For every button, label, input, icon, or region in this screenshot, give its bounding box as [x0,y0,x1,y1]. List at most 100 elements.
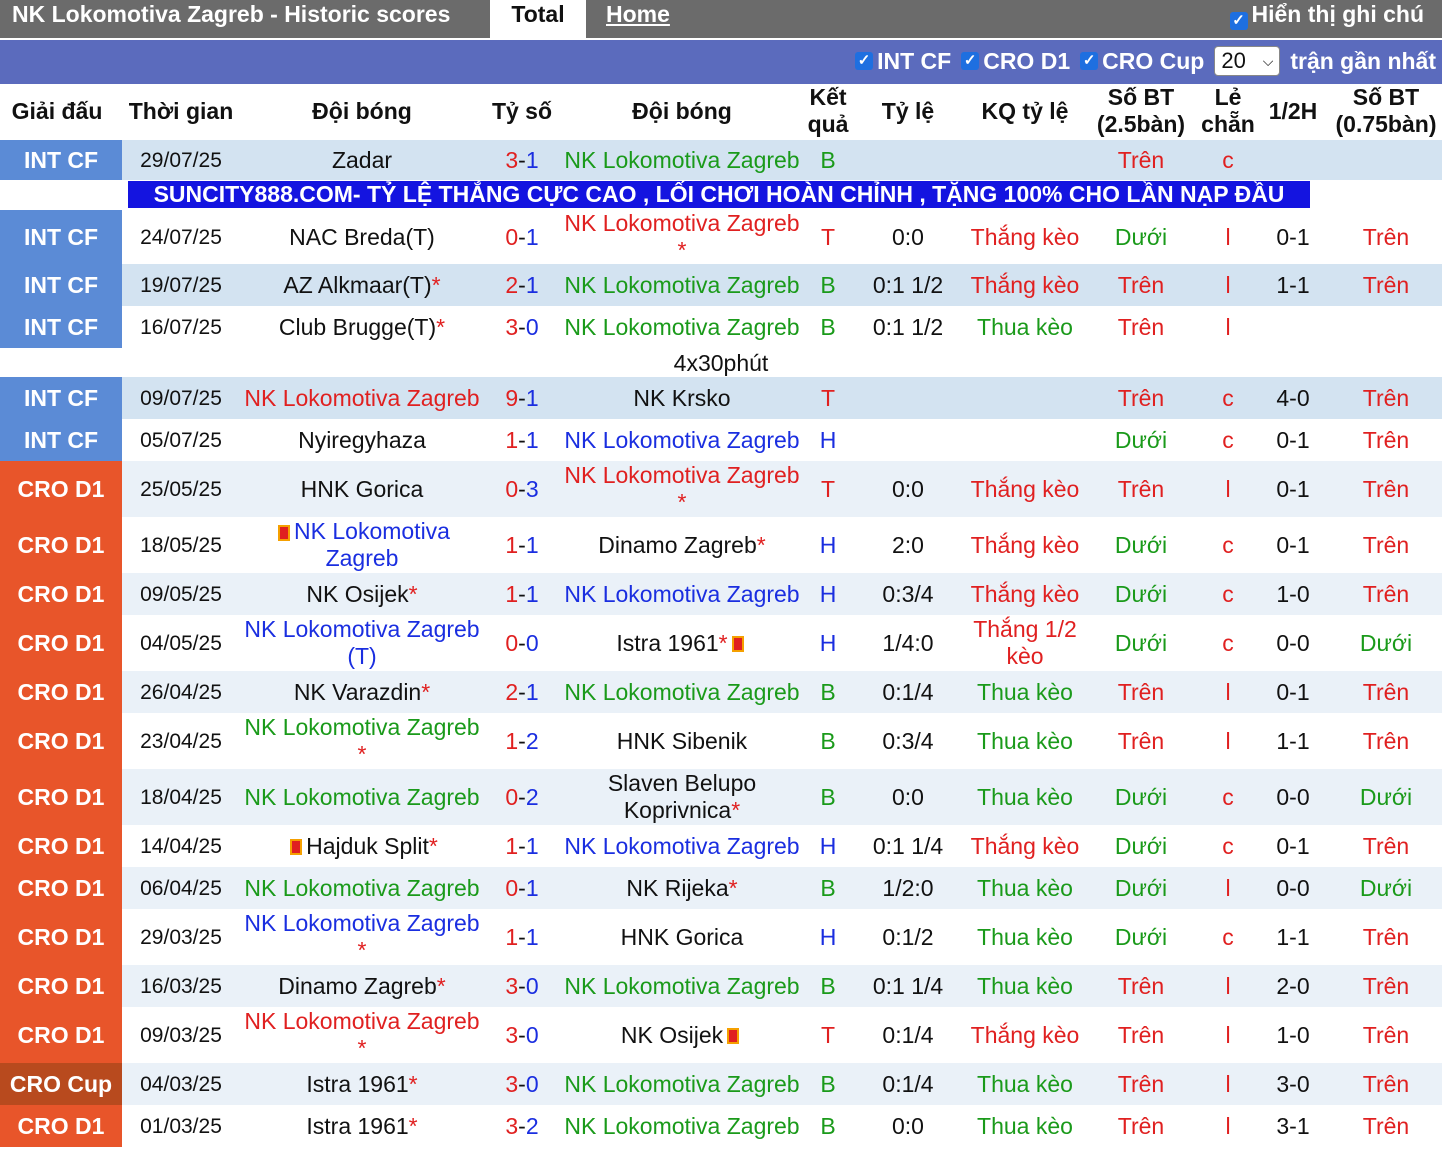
table-row[interactable]: CRO D1 26/04/25 NK Varazdin* 2-1 NK Lokomoti… [0,671,1442,713]
cell-score[interactable]: 3-0 [490,1007,554,1063]
table-row[interactable]: INT CF 19/07/25 AZ Alkmaar(T)* 2-1 NK Lokomo… [0,264,1442,306]
ad-banner[interactable]: SUNCITY888.COM- TỶ LỆ THẮNG CỰC CAO , LỐ… [0,180,1442,210]
cell-home-team[interactable]: NK Lokomotiva Zagreb [237,517,487,573]
cell-away-team[interactable]: NK Lokomotiva Zagreb [557,1063,807,1105]
cell-home-team[interactable]: NK Lokomotiva Zagreb * [237,909,487,965]
cell-league[interactable]: CRO D1 [0,909,122,965]
table-row[interactable]: CRO D1 14/04/25 Hajduk Split* 1-1 NK Lokomot… [0,825,1442,867]
table-row[interactable]: INT CF 16/07/25 Club Brugge(T)* 3-0 NK Lokom… [0,306,1442,348]
checkbox-icon[interactable] [1080,52,1099,70]
table-row[interactable]: CRO Cup 04/03/25 Istra 1961* 3-0 NK Lokomoti… [0,1063,1442,1105]
checkbox-icon[interactable] [855,52,874,70]
table-row[interactable]: CRO D1 09/03/25 NK Lokomotiva Zagreb * 3-0 NK… [0,1007,1442,1063]
cell-score[interactable]: 0-2 [490,769,554,825]
table-row[interactable]: CRO D1 23/04/25 NK Lokomotiva Zagreb * 1-2 HN… [0,713,1442,769]
cell-away-team[interactable]: Dinamo Zagreb* [557,517,807,573]
cell-home-team[interactable]: NK Lokomotiva Zagreb [237,377,487,419]
cell-away-team[interactable]: NK Krsko [557,377,807,419]
tab-home[interactable]: Home [606,0,670,38]
cell-league[interactable]: CRO D1 [0,573,122,615]
cell-league[interactable]: INT CF [0,210,122,264]
cell-score[interactable]: 1-1 [490,517,554,573]
cell-score[interactable]: 3-2 [490,1105,554,1147]
cell-score[interactable]: 1-1 [490,573,554,615]
cell-home-team[interactable]: Club Brugge(T)* [237,306,487,348]
cell-score[interactable]: 3-0 [490,1063,554,1105]
cell-score[interactable]: 0-1 [490,210,554,264]
table-row[interactable]: CRO D1 25/05/25 HNK Gorica 0-3 NK Lokomotiva… [0,461,1442,517]
ad-banner-text[interactable]: SUNCITY888.COM- TỶ LỆ THẮNG CỰC CAO , LỐ… [128,181,1310,208]
cell-score[interactable]: 1-2 [490,713,554,769]
cell-league[interactable]: CRO D1 [0,713,122,769]
cell-home-team[interactable]: NK Osijek* [237,573,487,615]
table-row[interactable]: CRO D1 01/03/25 Istra 1961* 3-2 NK Lokomotiv… [0,1105,1442,1147]
table-row[interactable]: CRO D1 04/05/25 NK Lokomotiva Zagreb (T) 0-… [0,615,1442,671]
cell-home-team[interactable]: NAC Breda(T) [237,210,487,264]
table-row[interactable]: INT CF 29/07/25 Zadar 3-1 NK Lokomotiva Zagr… [0,140,1442,180]
cell-home-team[interactable]: Zadar [237,140,487,180]
cell-home-team[interactable]: NK Lokomotiva Zagreb * [237,713,487,769]
cell-away-team[interactable]: NK Lokomotiva Zagreb [557,671,807,713]
cell-home-team[interactable]: Istra 1961* [237,1063,487,1105]
cell-score[interactable]: 1-1 [490,419,554,461]
cell-score[interactable]: 3-0 [490,306,554,348]
cell-league[interactable]: INT CF [0,306,122,348]
cell-score[interactable]: 2-1 [490,671,554,713]
cell-score[interactable]: 0-0 [490,615,554,671]
table-row[interactable]: INT CF 05/07/25 Nyiregyhaza 1-1 NK Lokomotiv… [0,419,1442,461]
cell-league[interactable]: CRO D1 [0,671,122,713]
cell-home-team[interactable]: Istra 1961* [237,1105,487,1147]
cell-league[interactable]: INT CF [0,140,122,180]
cell-home-team[interactable]: NK Lokomotiva Zagreb (T) [237,615,487,671]
cell-away-team[interactable]: NK Lokomotiva Zagreb [557,965,807,1007]
cell-home-team[interactable]: Nyiregyhaza [237,419,487,461]
cell-league[interactable]: CRO D1 [0,867,122,909]
cell-home-team[interactable]: Dinamo Zagreb* [237,965,487,1007]
filter-cro-d1[interactable]: CRO D1 [961,48,1070,75]
tab-total[interactable]: Total [490,0,586,38]
cell-score[interactable]: 1-1 [490,825,554,867]
cell-away-team[interactable]: NK Lokomotiva Zagreb * [557,461,807,517]
cell-away-team[interactable]: NK Lokomotiva Zagreb [557,573,807,615]
cell-away-team[interactable]: NK Lokomotiva Zagreb [557,825,807,867]
cell-league[interactable]: INT CF [0,264,122,306]
match-count-select[interactable]: 20 ⌵ [1214,46,1281,76]
cell-league[interactable]: INT CF [0,419,122,461]
cell-away-team[interactable]: NK Lokomotiva Zagreb [557,419,807,461]
cell-league[interactable]: CRO D1 [0,769,122,825]
cell-league[interactable]: CRO D1 [0,517,122,573]
table-row[interactable]: CRO D1 16/03/25 Dinamo Zagreb* 3-0 NK Lokomo… [0,965,1442,1007]
table-row[interactable]: CRO D1 06/04/25 NK Lokomotiva Zagreb 0-1 NK … [0,867,1442,909]
table-row[interactable]: CRO D1 18/04/25 NK Lokomotiva Zagreb 0-2 Sla… [0,769,1442,825]
cell-league[interactable]: CRO Cup [0,1063,122,1105]
cell-score[interactable]: 3-0 [490,965,554,1007]
cell-away-team[interactable]: NK Rijeka* [557,867,807,909]
cell-home-team[interactable]: NK Lokomotiva Zagreb * [237,1007,487,1063]
table-row[interactable]: CRO D1 18/05/25 NK Lokomotiva Zagreb 1-1 Din… [0,517,1442,573]
table-row[interactable]: CRO D1 29/03/25 NK Lokomotiva Zagreb * 1-1 HN… [0,909,1442,965]
cell-away-team[interactable]: NK Lokomotiva Zagreb [557,1105,807,1147]
checkbox-icon[interactable] [1229,12,1248,30]
cell-league[interactable]: CRO D1 [0,1007,122,1063]
cell-home-team[interactable]: NK Lokomotiva Zagreb [237,867,487,909]
cell-league[interactable]: CRO D1 [0,825,122,867]
cell-home-team[interactable]: NK Lokomotiva Zagreb [237,769,487,825]
filter-int-cf[interactable]: INT CF [855,48,951,75]
cell-away-team[interactable]: HNK Gorica [557,909,807,965]
checkbox-icon[interactable] [961,52,980,70]
cell-away-team[interactable]: NK Osijek [557,1007,807,1063]
cell-away-team[interactable]: NK Lokomotiva Zagreb [557,264,807,306]
cell-away-team[interactable]: NK Lokomotiva Zagreb * [557,210,807,264]
cell-league[interactable]: CRO D1 [0,461,122,517]
cell-score[interactable]: 9-1 [490,377,554,419]
cell-score[interactable]: 1-1 [490,909,554,965]
cell-home-team[interactable]: Hajduk Split* [237,825,487,867]
cell-home-team[interactable]: HNK Gorica [237,461,487,517]
cell-league[interactable]: CRO D1 [0,1105,122,1147]
cell-away-team[interactable]: NK Lokomotiva Zagreb [557,140,807,180]
cell-league[interactable]: CRO D1 [0,965,122,1007]
table-row[interactable]: INT CF 24/07/25 NAC Breda(T) 0-1 NK Lokomoti… [0,210,1442,264]
cell-away-team[interactable]: NK Lokomotiva Zagreb [557,306,807,348]
show-notes-toggle[interactable]: Hiển thị ghi chú [1229,0,1424,30]
table-row[interactable]: INT CF 09/07/25 NK Lokomotiva Zagreb 9-1 NK … [0,377,1442,419]
